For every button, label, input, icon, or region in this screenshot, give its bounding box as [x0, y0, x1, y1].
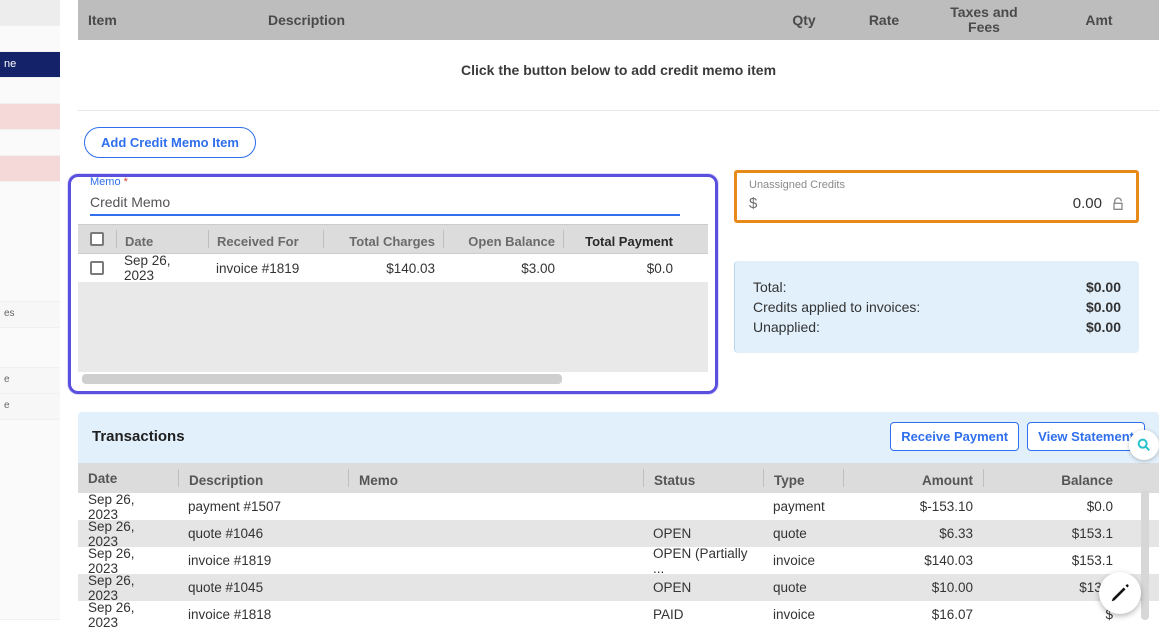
col-taxes: Taxes and Fees [929, 0, 1039, 41]
rail-row [0, 104, 60, 130]
txh-type[interactable]: Type [763, 469, 843, 487]
rail-row [0, 130, 60, 156]
rail-row [0, 156, 60, 182]
rail-row-active[interactable]: ne [0, 52, 60, 78]
unassigned-credits-box: Unassigned Credits $ 0.00 [734, 170, 1139, 223]
rail-row [0, 182, 60, 302]
unassigned-label: Unassigned Credits [749, 179, 1126, 191]
totals-box: Total:$0.00 Credits applied to invoices:… [734, 261, 1139, 353]
divider [78, 110, 1159, 111]
transactions-header: Date Description Memo Status Type Amount… [78, 463, 1159, 493]
transactions-title: Transactions [92, 428, 882, 445]
vertical-scrollbar[interactable] [1141, 490, 1149, 620]
rail-row [0, 420, 60, 620]
unassigned-value[interactable]: 0.00 [1073, 195, 1102, 212]
credits-table: Date Received For Total Charges Open Bal… [78, 224, 708, 384]
row-checkbox[interactable] [90, 261, 104, 275]
checkbox-all[interactable] [90, 232, 104, 246]
col-description: Description [258, 6, 769, 34]
items-header: Item Description Qty Rate Taxes and Fees… [78, 0, 1159, 40]
txh-status[interactable]: Status [643, 469, 763, 487]
col-rate: Rate [839, 6, 929, 34]
txh-description[interactable]: Description [178, 469, 348, 487]
table-empty-area [78, 282, 708, 372]
search-icon [1136, 437, 1152, 453]
empty-hint: Click the button below to add credit mem… [78, 40, 1159, 100]
col-open-balance[interactable]: Open Balance [443, 230, 563, 248]
receive-payment-button[interactable]: Receive Payment [890, 422, 1019, 451]
col-total-charges[interactable]: Total Charges [323, 230, 443, 248]
col-date[interactable]: Date [116, 230, 208, 248]
table-row[interactable]: Sep 26, 2023payment #1507payment$-153.10… [78, 493, 1159, 520]
col-item: Item [78, 6, 258, 34]
table-row[interactable]: Sep 26, 2023 invoice #1819 $140.03 $3.00… [78, 254, 708, 282]
col-total-payment[interactable]: Total Payment [563, 230, 681, 248]
txh-date[interactable]: Date [78, 467, 178, 490]
pen-icon [1109, 582, 1131, 604]
chat-fab[interactable] [1099, 572, 1141, 614]
rail-row: e [0, 368, 60, 394]
table-row[interactable]: Sep 26, 2023quote #1045OPENquote$10.00$1… [78, 574, 1159, 601]
col-amt: Amt [1039, 6, 1159, 34]
view-statement-button[interactable]: View Statement [1027, 422, 1145, 451]
col-received-for[interactable]: Received For [208, 230, 323, 248]
rail-row [0, 0, 60, 26]
add-credit-memo-item-button[interactable]: Add Credit Memo Item [84, 127, 256, 158]
table-row[interactable]: Sep 26, 2023quote #1046OPENquote$6.33$15… [78, 520, 1159, 547]
rail-row: es [0, 302, 60, 328]
rail-row: e [0, 394, 60, 420]
lock-icon [1110, 196, 1126, 212]
left-rail: ne es e e [0, 0, 60, 628]
txh-memo[interactable]: Memo [348, 469, 643, 487]
search-fab[interactable] [1129, 430, 1159, 460]
col-qty: Qty [769, 6, 839, 34]
rail-row [0, 26, 60, 52]
rail-row [0, 78, 60, 104]
txh-amount[interactable]: Amount [843, 469, 983, 487]
table-row[interactable]: Sep 26, 2023invoice #1819OPEN (Partially… [78, 547, 1159, 574]
main-content: Item Description Qty Rate Taxes and Fees… [60, 0, 1159, 628]
transactions-panel-header: Transactions Receive Payment View Statem… [78, 412, 1159, 463]
horizontal-scrollbar[interactable] [82, 374, 562, 384]
currency-symbol: $ [749, 195, 757, 212]
table-row[interactable]: Sep 26, 2023invoice #1818PAIDinvoice$16.… [78, 601, 1159, 628]
rail-row [0, 328, 60, 368]
memo-input[interactable] [90, 190, 680, 216]
txh-balance[interactable]: Balance [983, 469, 1123, 487]
